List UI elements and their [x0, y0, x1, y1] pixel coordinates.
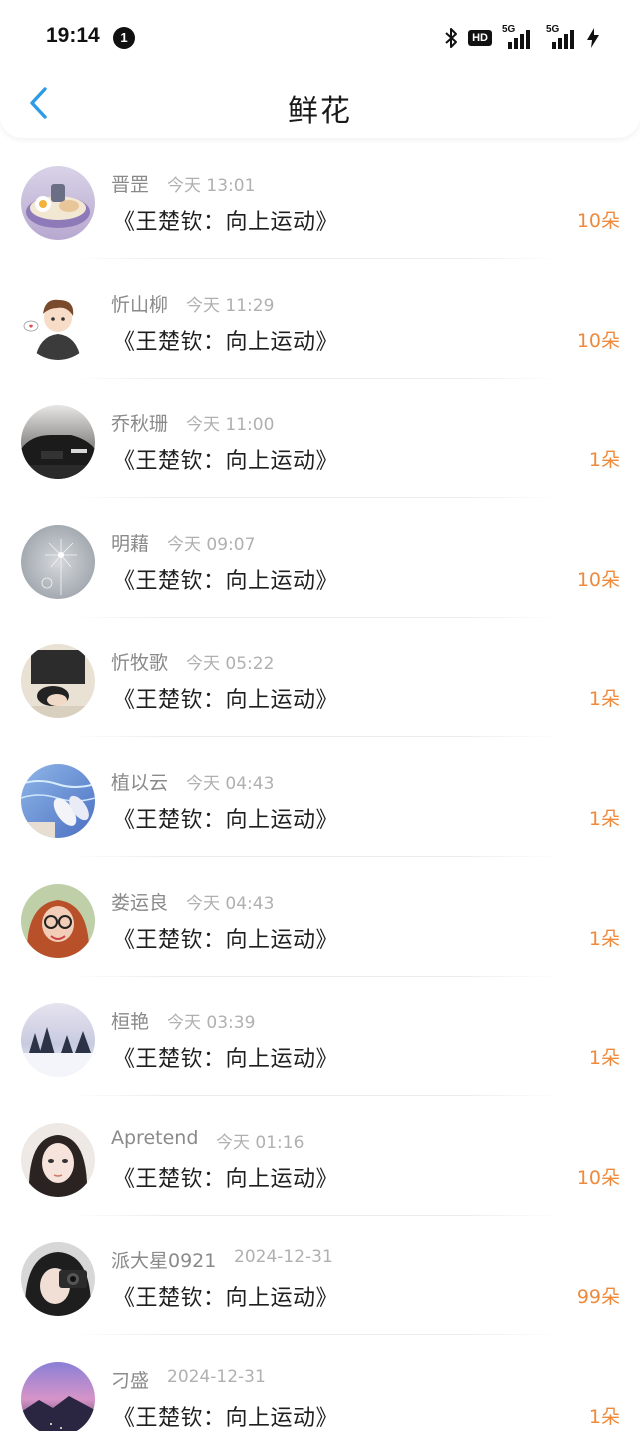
flower-count: 10朵 [576, 1166, 620, 1189]
user-name: 桓艳 [111, 1011, 150, 1034]
book-title: 《王楚钦：向上运动》 [113, 210, 339, 235]
notification-badge: 1 [113, 27, 135, 49]
timestamp: 2024-12-31 [167, 1366, 266, 1387]
status-bar: 19:14 1 HD 5G 5G [0, 0, 640, 76]
cartoon-boy-avatar[interactable] [21, 285, 95, 360]
timestamp: 今天 11:29 [186, 295, 275, 316]
list-item[interactable]: 植以云 今天 04:43 《王楚钦：向上运动》 1朵 [0, 748, 640, 868]
redhair-girl-avatar[interactable] [21, 883, 95, 958]
signal-5g-icon: 5G [502, 24, 532, 50]
divider [70, 377, 560, 379]
list-item[interactable]: 乔秋珊 今天 11:00 《王楚钦：向上运动》 1朵 [0, 389, 640, 509]
flower-count: 1朵 [588, 927, 620, 950]
black-car-avatar[interactable] [21, 405, 95, 480]
dusk-mountain-avatar[interactable] [21, 1361, 95, 1431]
flower-count: 1朵 [588, 688, 620, 711]
user-name: 晋罡 [111, 174, 150, 196]
list-item[interactable]: 忻山柳 今天 11:29 《王楚钦：向上运动》 10朵 [0, 270, 640, 390]
user-name: 忻山柳 [111, 293, 169, 316]
divider [70, 1334, 560, 1336]
app-header: 19:14 1 HD 5G 5G 鲜花 [0, 0, 640, 138]
flower-count: 1朵 [588, 1405, 620, 1428]
user-name: 乔秋珊 [111, 413, 169, 436]
book-title: 《王楚钦：向上运动》 [113, 568, 339, 594]
list-item[interactable]: 明藉 今天 09:07 《王楚钦：向上运动》 10朵 [0, 509, 640, 629]
timestamp: 今天 11:00 [186, 415, 275, 436]
user-name: 忻牧歌 [111, 652, 169, 675]
camera-girl-avatar[interactable] [21, 1242, 95, 1317]
divider [70, 1095, 560, 1097]
status-icons: HD 5G 5G [444, 24, 600, 50]
hd-icon: HD [468, 30, 492, 46]
list-item[interactable]: 忻牧歌 今天 05:22 《王楚钦：向上运动》 1朵 [0, 628, 640, 748]
pool-slippers-avatar[interactable] [21, 763, 95, 838]
user-name: 植以云 [111, 771, 169, 794]
divider [70, 975, 560, 977]
flower-count: 10朵 [576, 210, 620, 232]
page-title: 鲜花 [288, 94, 352, 129]
food-bowl-avatar[interactable] [21, 166, 95, 240]
timestamp: 今天 04:43 [186, 893, 275, 914]
bluetooth-icon [444, 27, 458, 49]
signal-5g-icon-2: 5G [542, 24, 576, 50]
timestamp: 今天 03:39 [167, 1013, 256, 1034]
book-title: 《王楚钦：向上运动》 [113, 688, 339, 714]
list-item[interactable]: Apretend 今天 01:16 《王楚钦：向上运动》 10朵 [0, 1107, 640, 1227]
flower-count: 1朵 [588, 807, 620, 830]
timestamp: 今天 01:16 [216, 1132, 305, 1153]
nav-bar: 鲜花 [0, 76, 640, 138]
girl-portrait-avatar[interactable] [21, 1122, 95, 1197]
divider [70, 1214, 560, 1216]
snowy-forest-avatar[interactable] [21, 1003, 95, 1078]
dandelion-avatar[interactable] [21, 524, 95, 599]
timestamp: 2024-12-31 [234, 1247, 333, 1268]
flower-count: 99朵 [576, 1286, 620, 1309]
list-item[interactable]: 晋罡 今天 13:01 《王楚钦：向上运动》 10朵 [0, 150, 640, 270]
book-title: 《王楚钦：向上运动》 [113, 1166, 339, 1192]
book-title: 《王楚钦：向上运动》 [113, 329, 339, 355]
user-name: 明藉 [111, 532, 150, 555]
user-name: Apretend [111, 1126, 199, 1149]
user-name: 娄运良 [111, 891, 169, 914]
book-title: 《王楚钦：向上运动》 [113, 1405, 339, 1431]
book-title: 《王楚钦：向上运动》 [113, 927, 339, 953]
list-item[interactable]: 派大星0921 2024-12-31 《王楚钦：向上运动》 99朵 [0, 1226, 640, 1346]
book-title: 《王楚钦：向上运动》 [113, 807, 339, 833]
flower-count: 1朵 [588, 1047, 620, 1070]
flower-count: 10朵 [576, 329, 620, 352]
timestamp: 今天 05:22 [186, 654, 275, 675]
user-name: 刁盛 [111, 1369, 150, 1392]
flower-list: 晋罡 今天 13:01 《王楚钦：向上运动》 10朵 忻山柳 今天 11:29 《王楚钦：向… [0, 150, 640, 1431]
divider [70, 616, 560, 618]
list-item[interactable]: 娄运良 今天 04:43 《王楚钦：向上运动》 1朵 [0, 868, 640, 988]
list-item[interactable]: 桓艳 今天 03:39 《王楚钦：向上运动》 1朵 [0, 987, 640, 1107]
timestamp: 今天 04:43 [186, 773, 275, 794]
user-name: 派大星0921 [111, 1250, 217, 1273]
book-title: 《王楚钦：向上运动》 [113, 1047, 339, 1073]
sleeping-person-avatar[interactable] [21, 644, 95, 719]
flower-count: 10朵 [576, 568, 620, 591]
divider [70, 736, 560, 738]
book-title: 《王楚钦：向上运动》 [113, 449, 339, 475]
divider [70, 497, 560, 499]
timestamp: 今天 13:01 [167, 176, 256, 196]
flower-count: 1朵 [588, 449, 620, 472]
book-title: 《王楚钦：向上运动》 [113, 1286, 339, 1312]
divider [70, 258, 560, 259]
divider [70, 855, 560, 857]
list-item[interactable]: 刁盛 2024-12-31 《王楚钦：向上运动》 1朵 [0, 1346, 640, 1431]
timestamp: 今天 09:07 [167, 534, 256, 555]
status-time: 19:14 [46, 24, 100, 47]
charging-icon [586, 27, 600, 49]
